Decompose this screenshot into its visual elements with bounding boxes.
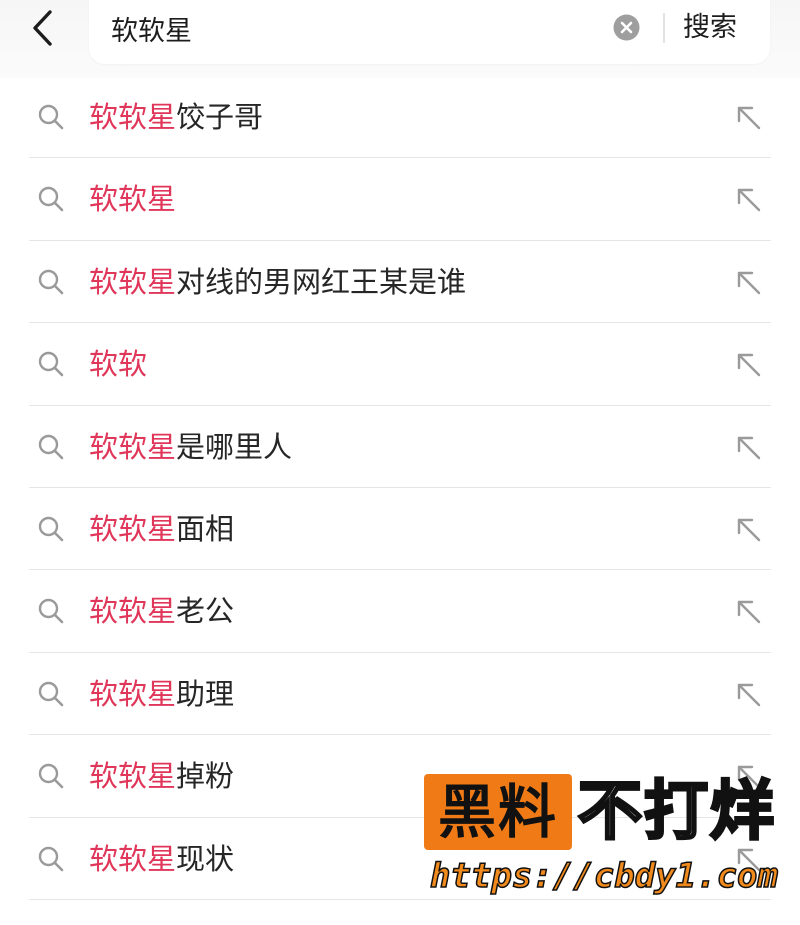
suggestion-rest: 老公 <box>176 594 235 629</box>
suggestion-rest: 面相 <box>176 511 235 546</box>
clear-circle-icon <box>613 14 640 41</box>
arrow-up-left-icon[interactable] <box>736 187 761 212</box>
suggestion-match: 软软星 <box>89 841 177 876</box>
list-item[interactable]: 软软星对线的男网红王某是谁 <box>29 241 771 324</box>
search-input[interactable] <box>111 8 591 48</box>
suggestion-rest: 现状 <box>176 841 235 876</box>
search-button[interactable]: 搜索 <box>683 8 737 48</box>
search-icon <box>38 187 64 212</box>
watermark-url: https://cbdy1.com <box>429 855 779 897</box>
watermark-badge: 黑料 <box>424 774 572 850</box>
clear-button[interactable] <box>613 14 640 41</box>
suggestion-match: 软软星 <box>89 100 177 134</box>
watermark: 黑料 不打烊 https://cbdy1.com <box>420 768 780 908</box>
search-icon <box>38 269 64 295</box>
suggestion-text: 软软星饺子哥 <box>89 76 263 158</box>
arrow-up-left-icon[interactable] <box>736 352 761 377</box>
suggestion-match: 软软星 <box>89 594 177 629</box>
suggestion-match: 软软星 <box>89 182 177 217</box>
suggestion-text: 软软星助理 <box>89 653 234 735</box>
arrow-up-left-icon[interactable] <box>736 435 761 460</box>
suggestion-text: 软软星面相 <box>89 488 234 570</box>
arrow-up-left-icon[interactable] <box>736 517 761 542</box>
search-icon <box>38 599 64 624</box>
top-bar: 搜索 <box>0 0 800 78</box>
search-icon <box>38 846 64 871</box>
suggestion-rest: 是哪里人 <box>176 429 293 464</box>
list-item[interactable]: 软软星 <box>29 158 771 241</box>
suggestion-text: 软软星 <box>89 158 176 240</box>
suggestion-text: 软软星是哪里人 <box>89 406 292 488</box>
search-icon <box>38 434 64 459</box>
suggestion-text: 软软星老公 <box>89 570 234 652</box>
suggestion-match: 软软星 <box>89 264 177 299</box>
list-item[interactable]: 软软星助理 <box>29 653 771 736</box>
search-icon <box>38 104 64 130</box>
arrow-up-left-icon[interactable] <box>736 270 761 295</box>
search-icon <box>38 351 64 377</box>
arrow-up-left-icon[interactable] <box>736 599 761 624</box>
suggestion-rest: 助理 <box>176 676 235 711</box>
list-item[interactable]: 软软星面相 <box>29 488 771 571</box>
suggestion-match: 软软星 <box>89 676 177 711</box>
list-item[interactable]: 软软 <box>29 323 771 406</box>
watermark-title: 不打烊 <box>577 774 776 851</box>
list-item[interactable]: 软软星老公 <box>29 570 771 653</box>
suggestion-rest: 对线的男网红王某是谁 <box>176 264 467 299</box>
suggestion-rest: 饺子哥 <box>176 100 264 134</box>
search-box: 搜索 <box>89 0 770 64</box>
suggestion-match: 软软星 <box>89 429 177 464</box>
search-icon <box>38 516 64 542</box>
search-icon <box>38 681 64 707</box>
search-divider <box>663 13 665 43</box>
arrow-up-left-icon[interactable] <box>736 105 761 130</box>
search-icon <box>38 763 64 789</box>
suggestion-match: 软软 <box>89 347 148 382</box>
suggestion-rest: 掉粉 <box>176 759 235 794</box>
back-button[interactable] <box>22 6 62 50</box>
suggestion-text: 软软 <box>89 323 147 405</box>
suggestion-match: 软软星 <box>89 759 177 794</box>
chevron-left-icon <box>33 10 52 46</box>
suggestion-match: 软软星 <box>89 511 177 546</box>
arrow-up-left-icon[interactable] <box>736 682 761 707</box>
suggestion-text: 软软星现状 <box>89 818 234 900</box>
suggestion-text: 软软星对线的男网红王某是谁 <box>89 241 466 323</box>
suggestion-text: 软软星掉粉 <box>89 735 234 817</box>
list-item[interactable]: 软软星饺子哥 <box>29 76 771 159</box>
list-item[interactable]: 软软星是哪里人 <box>29 406 771 488</box>
